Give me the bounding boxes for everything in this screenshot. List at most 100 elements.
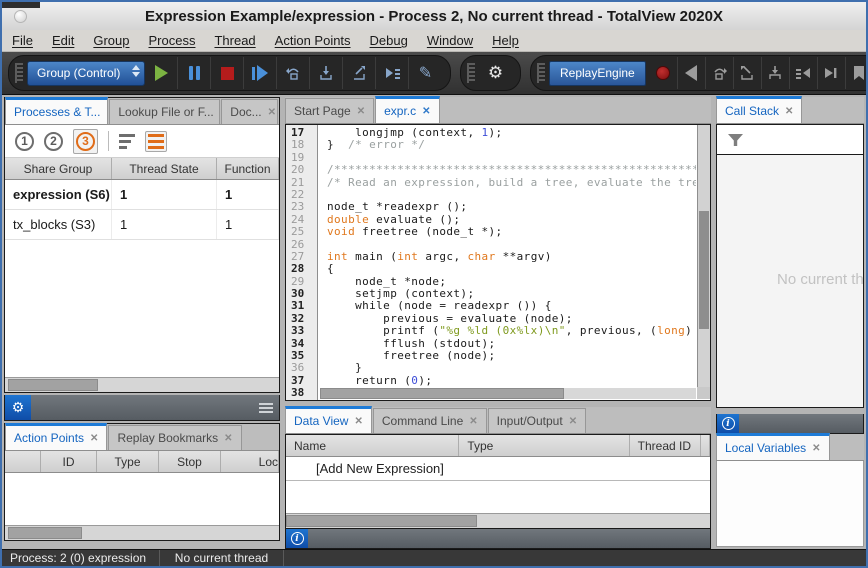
tab-close-icon[interactable]: ✕ (469, 416, 477, 427)
bar-grip-icon[interactable] (259, 403, 273, 413)
tab-lookup-file-or-f[interactable]: Lookup File or F...✕ (109, 99, 220, 124)
restart-button[interactable] (244, 57, 277, 89)
settings-button[interactable]: ⚙ (479, 57, 512, 89)
column-header-type[interactable]: Type (97, 451, 159, 472)
column-header-thread-state[interactable]: Thread State (112, 158, 217, 179)
caller-button[interactable] (762, 57, 790, 89)
step-button[interactable] (310, 57, 343, 89)
window-button[interactable] (14, 10, 27, 23)
toolbar-grip[interactable] (537, 63, 545, 83)
column-header-va[interactable]: Va (701, 435, 710, 456)
menu-item-thread[interactable]: Thread (214, 33, 255, 48)
view-mode-2-button[interactable]: 2 (44, 132, 63, 151)
tab-doc[interactable]: Doc...✕ (221, 99, 278, 124)
edit-button[interactable]: ✎ (409, 57, 442, 89)
tab-close-icon[interactable]: ✕ (106, 107, 108, 118)
tab-data-view[interactable]: Data View✕ (285, 406, 372, 433)
info-button[interactable]: i (286, 529, 308, 548)
spinner-arrows-icon[interactable] (132, 65, 140, 77)
processes-hscrollbar[interactable] (5, 377, 279, 392)
tree-view-icon[interactable] (119, 134, 135, 149)
menu-item-edit[interactable]: Edit (52, 33, 74, 48)
add-new-expression-row[interactable]: [Add New Expression] (286, 457, 710, 481)
menu-item-process[interactable]: Process (149, 33, 196, 48)
tab-expr-c[interactable]: expr.c✕ (375, 96, 439, 123)
scroll-thumb[interactable] (8, 527, 82, 539)
column-header-thread-id[interactable]: Thread ID (630, 435, 701, 456)
column-header-name[interactable]: Name (286, 435, 459, 456)
prev-button[interactable] (706, 57, 734, 89)
back-to-button[interactable] (790, 57, 818, 89)
filter-icon[interactable] (727, 133, 744, 147)
menu-item-action-points[interactable]: Action Points (275, 33, 351, 48)
scroll-thumb[interactable] (286, 515, 477, 527)
tab-input-output[interactable]: Input/Output✕ (488, 408, 586, 433)
tab-replay-bookmarks[interactable]: Replay Bookmarks✕ (108, 425, 241, 450)
line-number[interactable]: 31 (286, 300, 318, 312)
line-number[interactable]: 36 (286, 362, 318, 374)
tab-close-icon[interactable]: ✕ (268, 107, 276, 118)
line-number[interactable]: 28 (286, 263, 318, 275)
tab-close-icon[interactable]: ✕ (422, 106, 430, 117)
tab-start-page[interactable]: Start Page✕ (285, 98, 374, 123)
column-header-stop[interactable]: Stop (159, 451, 221, 472)
column-header-id[interactable]: ID (41, 451, 97, 472)
column-header-item[interactable] (5, 451, 41, 472)
window-menu-stub[interactable] (2, 2, 40, 8)
info-button[interactable]: i (717, 414, 739, 433)
tab-close-icon[interactable]: ✕ (354, 416, 362, 427)
editor-hscrollbar[interactable] (320, 388, 696, 399)
menu-item-file[interactable]: File (12, 33, 33, 48)
data-view-hscrollbar[interactable] (286, 513, 710, 528)
next-button[interactable] (277, 57, 310, 89)
bookmark-button[interactable] (846, 57, 868, 89)
scroll-thumb[interactable] (8, 379, 98, 391)
scroll-thumb[interactable] (320, 388, 564, 399)
menu-item-help[interactable]: Help (492, 33, 519, 48)
tab-close-icon[interactable]: ✕ (90, 433, 98, 444)
tab-action-points[interactable]: Action Points✕ (5, 423, 107, 450)
focus-selector[interactable]: Group (Control) (27, 61, 145, 86)
column-header-loc[interactable]: Loc (221, 451, 279, 472)
go-back-button[interactable] (678, 57, 706, 89)
tab-close-icon[interactable]: ✕ (569, 416, 577, 427)
menu-item-debug[interactable]: Debug (370, 33, 408, 48)
column-header-type[interactable]: Type (459, 435, 629, 456)
column-header-share-group[interactable]: Share Group (5, 158, 112, 179)
scroll-thumb[interactable] (699, 211, 709, 329)
tab-command-line[interactable]: Command Line✕ (373, 408, 487, 433)
menu-item-window[interactable]: Window (427, 33, 473, 48)
panel-gear-button[interactable]: ⚙ (5, 395, 31, 420)
tab-call-stack[interactable]: Call Stack✕ (716, 96, 802, 123)
go-button[interactable] (145, 57, 178, 89)
tab-close-icon[interactable]: ✕ (224, 433, 232, 444)
toolbar-grip[interactable] (467, 63, 475, 83)
record-button[interactable] (650, 57, 678, 89)
tab-close-icon[interactable]: ✕ (785, 106, 793, 117)
line-number[interactable]: 25 (286, 226, 318, 238)
list-view-button[interactable] (145, 131, 167, 152)
kill-button[interactable] (211, 57, 244, 89)
unstep-button[interactable] (734, 57, 762, 89)
editor-vscrollbar[interactable] (697, 125, 710, 387)
go-live-button[interactable] (818, 57, 846, 89)
action-points-hscrollbar[interactable] (5, 525, 279, 540)
halt-button[interactable] (178, 57, 211, 89)
tab-close-icon[interactable]: ✕ (357, 106, 365, 117)
view-mode-1-button[interactable]: 1 (15, 132, 34, 151)
column-header-function[interactable]: Function (217, 158, 279, 179)
line-number[interactable]: 23 (286, 201, 318, 213)
table-row[interactable]: tx_blocks (S3)11 (5, 210, 279, 240)
tab-processes-t[interactable]: Processes & T...✕ (5, 97, 108, 124)
run-to-button[interactable] (376, 57, 409, 89)
line-number[interactable]: 38 (286, 387, 318, 399)
menu-item-group[interactable]: Group (93, 33, 129, 48)
out-button[interactable] (343, 57, 376, 89)
view-mode-3-button[interactable]: 3 (73, 129, 98, 154)
tab-local-variables[interactable]: Local Variables✕ (716, 433, 830, 460)
toolbar-grip[interactable] (15, 63, 23, 83)
line-number[interactable]: 18 (286, 139, 318, 151)
tab-close-icon[interactable]: ✕ (220, 107, 221, 118)
tab-close-icon[interactable]: ✕ (812, 443, 820, 454)
line-number[interactable]: 33 (286, 325, 318, 337)
